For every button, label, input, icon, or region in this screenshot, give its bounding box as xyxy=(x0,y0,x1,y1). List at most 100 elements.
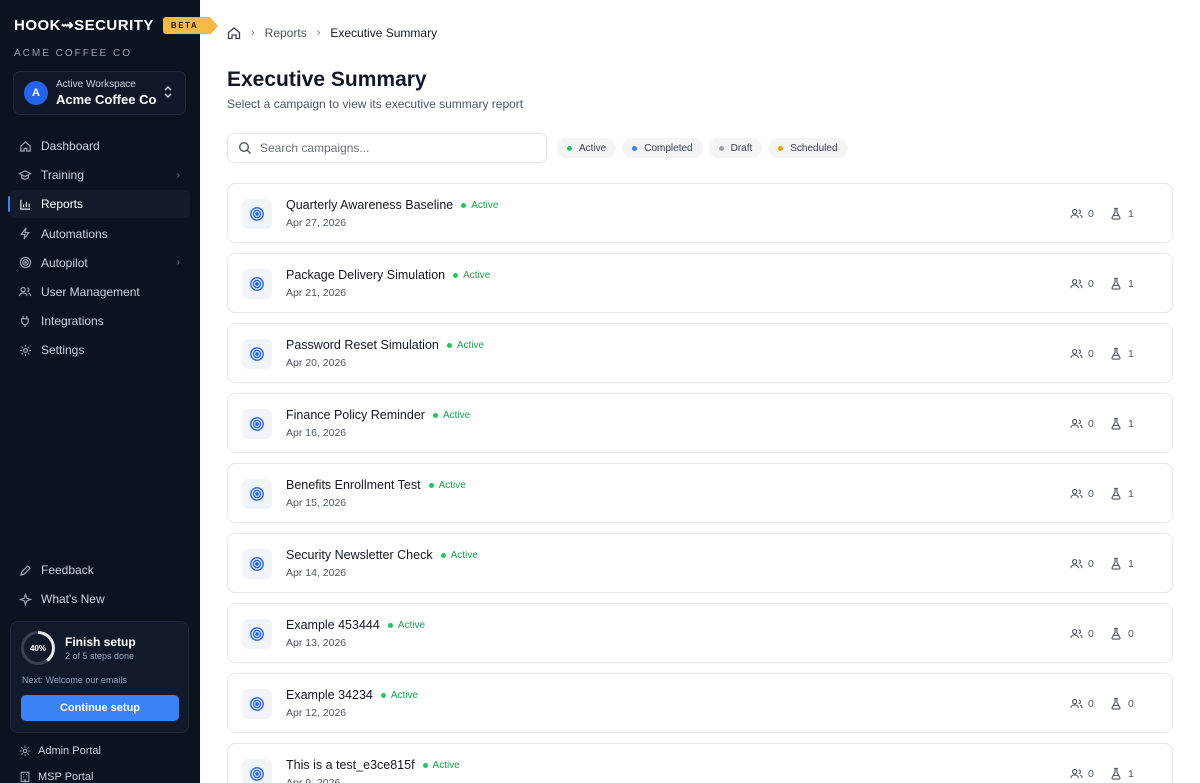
status-badge: Active xyxy=(461,200,498,211)
sidebar-item-autopilot[interactable]: Autopilot › xyxy=(10,249,190,277)
sidebar-item-label: Settings xyxy=(41,343,85,358)
status-label: Active xyxy=(450,549,478,561)
flask-icon xyxy=(1110,557,1123,570)
campaign-name: Example 34234 xyxy=(286,688,373,702)
campaign-card[interactable]: Example 453444 Active Apr 13, 2026 0 0 xyxy=(227,603,1173,663)
status-label: Active xyxy=(442,409,471,421)
pencil-icon xyxy=(18,563,32,577)
page-title: Executive Summary xyxy=(227,68,427,91)
campaign-name: Example 453444 xyxy=(286,618,380,632)
campaign-card[interactable]: Benefits Enrollment Test Active Apr 15, … xyxy=(227,463,1173,523)
filter-chip-completed[interactable]: Completed xyxy=(622,138,703,158)
search-box[interactable] xyxy=(227,133,547,163)
status-badge: Active xyxy=(428,480,466,491)
campaign-card[interactable]: Password Reset Simulation Active Apr 20,… xyxy=(227,323,1173,383)
clicks-value: 1 xyxy=(1128,277,1134,290)
sidebar-item-feedback[interactable]: Feedback xyxy=(10,556,190,584)
sidebar-item-whats-new[interactable]: What's New xyxy=(10,585,190,613)
clicks-count: 0 xyxy=(1110,697,1134,710)
flask-icon xyxy=(1110,697,1123,710)
sidebar-item-user-management[interactable]: User Management xyxy=(10,278,190,306)
target-icon xyxy=(242,199,272,229)
flask-icon xyxy=(1110,207,1123,220)
filter-chip-scheduled[interactable]: Scheduled xyxy=(768,138,848,158)
campaign-card[interactable]: Finance Policy Reminder Active Apr 16, 2… xyxy=(227,393,1173,453)
targets-value: 0 xyxy=(1088,277,1094,290)
status-dot xyxy=(567,145,572,151)
targets-count: 0 xyxy=(1070,627,1094,640)
clicks-count: 1 xyxy=(1110,557,1134,570)
sidebar-item-label: What's New xyxy=(41,592,105,607)
continue-setup-button[interactable]: Continue setup xyxy=(21,695,179,721)
sidebar-item-label: Feedback xyxy=(41,563,94,577)
org-name: ACME COFFEE CO xyxy=(14,48,133,59)
campaign-name: Security Newsletter Check xyxy=(286,548,433,562)
sidebar-item-reports[interactable]: Reports xyxy=(8,190,190,219)
flask-icon xyxy=(1110,767,1123,780)
filter-chip-label: Scheduled xyxy=(790,142,838,154)
workspace-avatar: A xyxy=(24,81,48,105)
home-icon[interactable] xyxy=(227,26,241,40)
campaign-card[interactable]: Quarterly Awareness Baseline Active Apr … xyxy=(227,183,1173,243)
sparkle-icon xyxy=(18,592,32,606)
sidebar-item-dashboard[interactable]: Dashboard xyxy=(10,132,190,160)
home-icon xyxy=(18,139,32,153)
status-label: Active xyxy=(471,199,499,211)
msp-portal-link[interactable]: MSP Portal xyxy=(18,770,93,783)
chevron-right-icon: › xyxy=(316,27,321,39)
setup-title: Finish setup xyxy=(65,635,136,649)
sidebar-item-automations[interactable]: Automations xyxy=(10,220,190,248)
campaign-card[interactable]: Package Delivery Simulation Active Apr 2… xyxy=(227,253,1173,313)
status-dot xyxy=(432,412,438,418)
users-icon xyxy=(1070,557,1083,570)
hook-security-logo[interactable]: HOOK⇝SECURITY xyxy=(14,16,154,34)
sidebar-item-integrations[interactable]: Integrations xyxy=(10,307,190,335)
clicks-value: 1 xyxy=(1128,347,1134,360)
target-icon xyxy=(242,759,272,783)
setup-subtitle: 2 of 5 steps done xyxy=(65,651,135,661)
filter-chip-draft[interactable]: Draft xyxy=(708,138,763,158)
target-icon xyxy=(242,479,272,509)
sidebar-item-label: Reports xyxy=(41,197,84,212)
search-input[interactable] xyxy=(260,141,530,155)
targets-count: 0 xyxy=(1070,347,1094,360)
status-badge: Active xyxy=(453,270,490,281)
clicks-count: 1 xyxy=(1110,767,1134,780)
users-icon xyxy=(1070,697,1083,710)
admin-portal-link[interactable]: Admin Portal xyxy=(18,744,101,758)
status-dot xyxy=(461,202,467,208)
status-badge: Active xyxy=(387,619,426,631)
filter-chip-active[interactable]: Active xyxy=(557,138,617,158)
sidebar-item-settings[interactable]: Settings xyxy=(10,336,190,364)
clicks-value: 1 xyxy=(1128,557,1134,570)
target-icon xyxy=(18,256,32,270)
sidebar-item-label: Autopilot xyxy=(41,255,88,270)
sidebar-nav: Dashboard Training › Reports Automations… xyxy=(8,132,190,366)
breadcrumb: › Reports › Executive Summary xyxy=(227,26,437,40)
workspace-name: Acme Coffee Co xyxy=(56,92,157,107)
workspace-switcher[interactable]: A Active Workspace Acme Coffee Co xyxy=(13,71,186,115)
status-dot xyxy=(428,482,434,488)
setup-progress-ring: 40% xyxy=(21,631,55,665)
clicks-value: 1 xyxy=(1128,767,1134,780)
status-label: Active xyxy=(397,619,426,631)
targets-value: 0 xyxy=(1088,557,1094,570)
sidebar-item-label: User Management xyxy=(41,284,140,299)
targets-value: 0 xyxy=(1088,767,1094,780)
campaign-card[interactable]: Security Newsletter Check Active Apr 14,… xyxy=(227,533,1173,593)
breadcrumb-reports-link[interactable]: Reports xyxy=(265,26,307,40)
users-icon xyxy=(18,285,32,299)
sidebar-item-training[interactable]: Training › xyxy=(10,161,190,189)
status-badge: Active xyxy=(440,549,478,561)
campaign-name: This is a test_e3ce815f xyxy=(286,758,415,772)
targets-count: 0 xyxy=(1070,767,1094,780)
users-icon xyxy=(1070,487,1083,500)
workspace-label: Active Workspace xyxy=(56,79,136,90)
campaign-name: Quarterly Awareness Baseline xyxy=(286,198,454,212)
campaign-card[interactable]: Example 34234 Active Apr 12, 2026 0 0 xyxy=(227,673,1173,733)
campaign-list: Quarterly Awareness Baseline Active Apr … xyxy=(227,183,1173,783)
targets-count: 0 xyxy=(1070,417,1094,430)
setup-progress-percent: 40% xyxy=(24,634,52,662)
status-dot xyxy=(446,342,452,348)
campaign-card[interactable]: This is a test_e3ce815f Active Apr 9, 20… xyxy=(227,743,1173,783)
